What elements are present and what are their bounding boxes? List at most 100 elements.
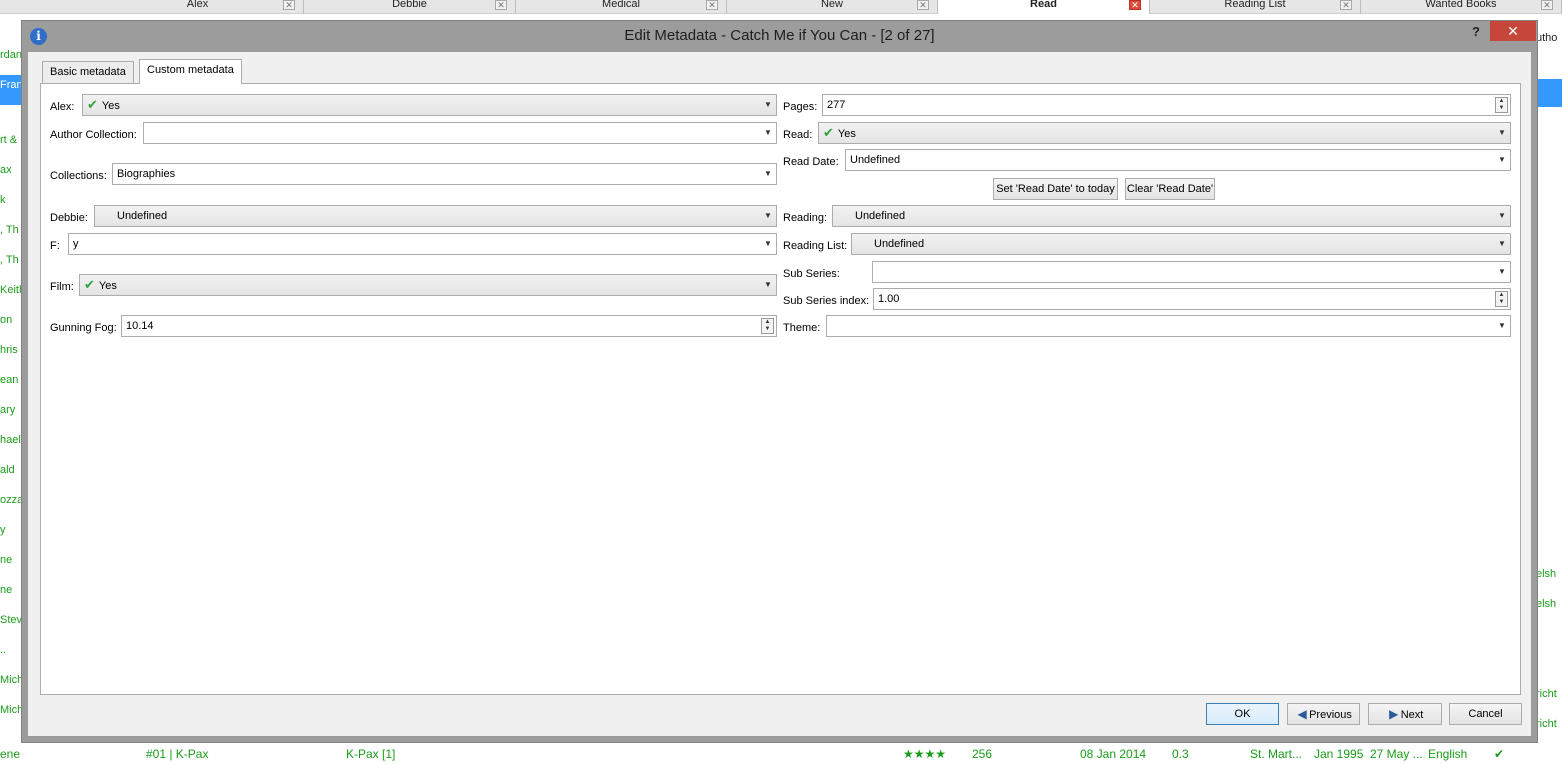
- sub-series-index-spinbox[interactable]: 1.00 ▲ ▼: [873, 288, 1511, 310]
- debbie-value: Undefined: [117, 210, 168, 222]
- close-tab-icon[interactable]: ✕: [1340, 0, 1352, 10]
- theme-label: Theme:: [783, 322, 821, 334]
- arrow-right-icon: ▶: [1389, 707, 1399, 721]
- read-check-icon: ✔: [1494, 747, 1505, 761]
- cell-pages: 256: [972, 747, 993, 761]
- close-tab-icon[interactable]: ✕: [1541, 0, 1553, 10]
- pages-label: Pages:: [783, 101, 818, 113]
- tab-label: Alex: [186, 0, 209, 10]
- list-item[interactable]: elsh: [1536, 598, 1562, 610]
- author-collection-combo[interactable]: ▼: [143, 122, 777, 144]
- list-item[interactable]: richt: [1536, 718, 1562, 730]
- column-header[interactable]: utho: [1536, 32, 1562, 44]
- theme-combo[interactable]: ▼: [826, 315, 1511, 337]
- list-item-selected[interactable]: [1536, 79, 1562, 107]
- collections-label: Collections:: [50, 170, 107, 182]
- film-value: Yes: [98, 280, 117, 292]
- library-tab-medical[interactable]: Medical ✕: [516, 0, 727, 14]
- list-item[interactable]: , Th: [0, 250, 22, 280]
- tab-basic-metadata[interactable]: Basic metadata: [42, 61, 134, 83]
- spin-arrows-icon[interactable]: ▲ ▼: [1495, 291, 1508, 307]
- close-button[interactable]: ✕: [1490, 21, 1536, 41]
- close-tab-icon[interactable]: ✕: [283, 0, 295, 10]
- f-label: F:: [50, 240, 60, 252]
- list-item[interactable]: rdan: [0, 45, 22, 75]
- ok-button[interactable]: OK: [1206, 703, 1279, 725]
- list-item[interactable]: on: [0, 310, 22, 340]
- close-tab-icon[interactable]: ✕: [1129, 0, 1141, 10]
- set-read-date-today-button[interactable]: Set 'Read Date' to today: [993, 178, 1118, 200]
- library-tab-wanted-books[interactable]: Wanted Books ✕: [1361, 0, 1562, 14]
- alex-dropdown[interactable]: ✔ Yes ▼: [82, 94, 777, 116]
- gunning-fog-label: Gunning Fog:: [50, 322, 117, 334]
- list-item[interactable]: richt: [1536, 688, 1562, 700]
- library-tab-debbie[interactable]: Debbie ✕: [304, 0, 516, 14]
- dialog-client-area: Basic metadata Custom metadata Alex: ✔ Ye…: [28, 52, 1531, 736]
- tab-custom-metadata[interactable]: Custom metadata: [139, 59, 242, 84]
- list-item[interactable]: elsh: [1536, 568, 1562, 580]
- list-item[interactable]: ald: [0, 460, 22, 490]
- help-button[interactable]: ?: [1465, 24, 1487, 42]
- list-item[interactable]: ozza: [0, 490, 22, 520]
- list-item[interactable]: Mich: [0, 700, 22, 730]
- edit-metadata-dialog: i Edit Metadata - Catch Me if You Can - …: [21, 20, 1538, 743]
- spin-arrows-icon[interactable]: ▲ ▼: [761, 318, 774, 334]
- reading-list-label: Reading List:: [783, 240, 848, 252]
- list-item[interactable]: ne: [0, 550, 22, 580]
- collections-value: Biographies: [117, 168, 176, 180]
- list-item[interactable]: ne: [0, 580, 22, 610]
- close-tab-icon[interactable]: ✕: [917, 0, 929, 10]
- list-item[interactable]: ean: [0, 370, 22, 400]
- dialog-title-bar[interactable]: i Edit Metadata - Catch Me if You Can - …: [22, 21, 1537, 51]
- sub-series-combo[interactable]: ▼: [872, 261, 1511, 283]
- gunning-fog-value: 10.14: [126, 320, 154, 332]
- gunning-fog-spinbox[interactable]: 10.14 ▲ ▼: [121, 315, 777, 337]
- list-item[interactable]: ary: [0, 400, 22, 430]
- read-label: Read:: [783, 129, 813, 141]
- list-item[interactable]: ..: [0, 640, 22, 670]
- library-tab-alex[interactable]: Alex ✕: [92, 0, 304, 14]
- close-tab-icon[interactable]: ✕: [495, 0, 507, 10]
- library-tab-new[interactable]: New ✕: [727, 0, 938, 14]
- list-item[interactable]: hael: [0, 430, 22, 460]
- reading-list-dropdown[interactable]: Undefined ▼: [851, 233, 1511, 255]
- debbie-dropdown[interactable]: Undefined ▼: [94, 205, 777, 227]
- collections-combo[interactable]: Biographies ▼: [112, 163, 777, 185]
- read-dropdown[interactable]: ✔ Yes ▼: [818, 122, 1511, 144]
- cell-date: 08 Jan 2014: [1080, 747, 1147, 761]
- list-item[interactable]: y: [0, 520, 22, 550]
- list-item[interactable]: Fran: [0, 75, 22, 105]
- read-date-picker[interactable]: Undefined ▼: [845, 149, 1511, 171]
- list-item[interactable]: Stev: [0, 610, 22, 640]
- list-item[interactable]: k: [0, 190, 22, 220]
- cancel-button[interactable]: Cancel: [1449, 703, 1522, 725]
- alex-value-wrap: ✔ Yes: [87, 95, 120, 116]
- alex-label: Alex:: [50, 101, 75, 113]
- check-icon: ✔: [87, 97, 98, 112]
- tab-label: New: [820, 0, 843, 10]
- list-item[interactable]: hris: [0, 340, 22, 370]
- next-button[interactable]: ▶ Next: [1368, 703, 1442, 725]
- chevron-down-icon: ▼: [1498, 155, 1506, 164]
- reading-dropdown[interactable]: Undefined ▼: [832, 205, 1511, 227]
- read-date-value: Undefined: [850, 154, 901, 166]
- library-tab-read[interactable]: Read ✕: [938, 0, 1150, 14]
- film-dropdown[interactable]: ✔ Yes ▼: [79, 274, 777, 296]
- list-item[interactable]: ax: [0, 160, 22, 190]
- previous-button[interactable]: ◀ Previous: [1287, 703, 1360, 725]
- list-item[interactable]: , Th: [0, 220, 22, 250]
- pages-spinbox[interactable]: 277 ▲ ▼: [822, 94, 1511, 116]
- library-tab-bar: Alex ✕ Debbie ✕ Medical ✕ New ✕ Read ✕ Readin…: [0, 0, 1562, 14]
- list-item[interactable]: Keith: [0, 280, 22, 310]
- list-item[interactable]: Mich: [0, 670, 22, 700]
- next-label: Next: [1400, 709, 1424, 721]
- clear-read-date-button[interactable]: Clear 'Read Date': [1125, 178, 1215, 200]
- library-tab-reading-list[interactable]: Reading List ✕: [1150, 0, 1361, 14]
- tab-label: Read: [1030, 0, 1057, 10]
- close-tab-icon[interactable]: ✕: [706, 0, 718, 10]
- book-list-row[interactable]: ene #01 | K-Pax K-Pax [1] ★★★★ 256 08 Ja…: [0, 744, 1562, 764]
- chevron-down-icon: ▼: [1498, 239, 1506, 248]
- spin-arrows-icon[interactable]: ▲ ▼: [1495, 97, 1508, 113]
- list-item[interactable]: rt &: [0, 130, 22, 160]
- f-combo[interactable]: y ▼: [68, 233, 777, 255]
